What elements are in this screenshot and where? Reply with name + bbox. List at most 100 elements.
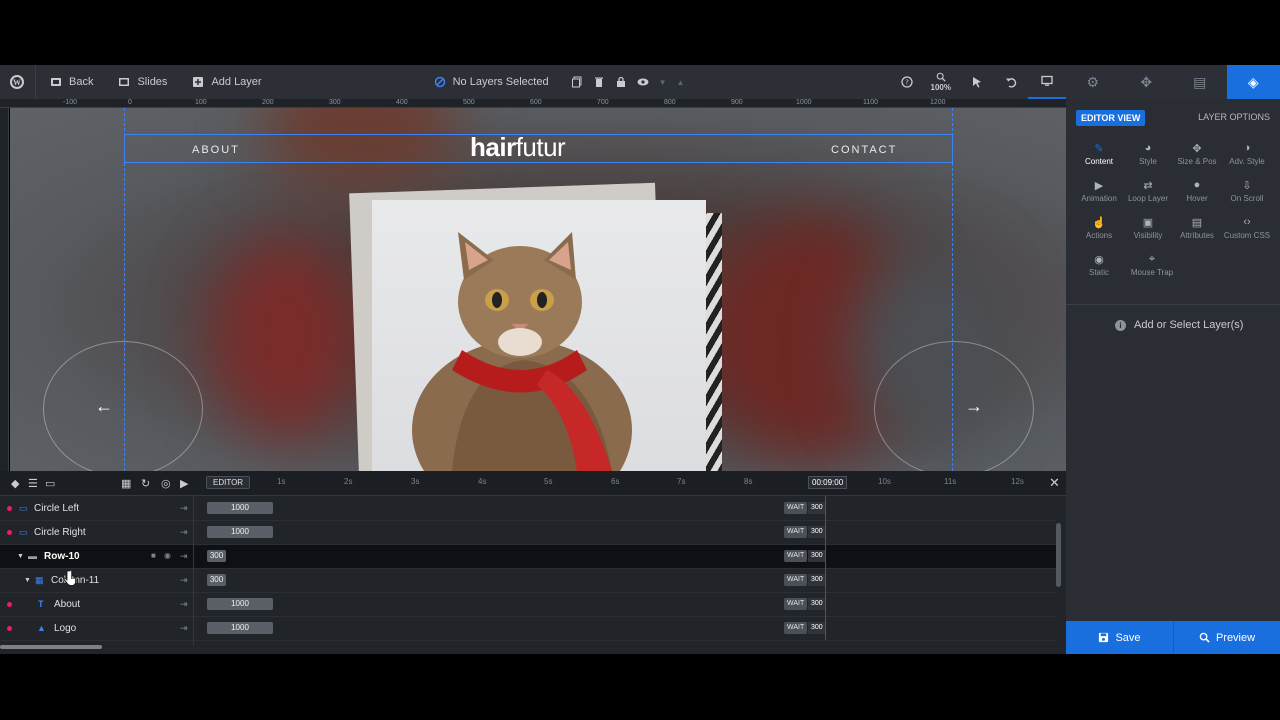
option-animation[interactable]: ▶ Animation xyxy=(1074,179,1124,215)
wait-value[interactable]: 300 xyxy=(808,598,826,610)
timeline-row[interactable]: ▭ Circle Right ⇥ 1000 WAIT 300 xyxy=(0,521,1056,545)
duration-bar[interactable]: 300 xyxy=(207,550,226,562)
timeline-row[interactable]: ▼ ▦ Column-11 ⇥ 300 WAIT 300 xyxy=(0,569,1056,593)
editor-view-badge[interactable]: EDITOR VIEW xyxy=(1076,110,1146,126)
target-icon[interactable]: ◎ xyxy=(161,477,171,490)
editor-tab[interactable]: EDITOR xyxy=(206,476,251,489)
horizontal-scrollbar[interactable] xyxy=(0,645,102,649)
grid-view-icon[interactable]: ▦ xyxy=(121,477,131,490)
align-right-icon[interactable]: ⇥ xyxy=(180,575,188,586)
timeline-row[interactable]: ▼ ▬ Row-10 ■ ◉ ⇥ 300 WAIT 300 xyxy=(0,545,1056,569)
desktop-view-button[interactable] xyxy=(1028,65,1066,99)
back-button[interactable]: Back xyxy=(36,65,104,99)
tab-slides[interactable]: ▤ xyxy=(1173,65,1227,99)
option-on-scroll[interactable]: ⇩ On Scroll xyxy=(1222,179,1272,215)
nav-about-link[interactable]: ABOUT xyxy=(192,144,240,156)
circle-right[interactable] xyxy=(874,341,1034,471)
tab-layers[interactable]: ◈ xyxy=(1226,65,1280,99)
current-time[interactable]: 00:09:00 xyxy=(808,476,848,489)
option-style[interactable]: ◕ Style xyxy=(1123,142,1173,178)
zoom-button[interactable]: 100% xyxy=(922,65,960,99)
option-visibility[interactable]: ▣ Visibility xyxy=(1123,216,1173,252)
row-marker xyxy=(7,602,12,607)
wait-label: WAIT xyxy=(784,526,808,538)
option-hover[interactable]: ● Hover xyxy=(1172,179,1222,215)
add-select-hint: Add or Select Layer(s) xyxy=(1134,319,1244,331)
row-label: Circle Left xyxy=(34,503,80,514)
duplicate-button[interactable] xyxy=(566,65,588,99)
svg-text:?: ? xyxy=(905,79,909,87)
duration-bar[interactable]: 1000 xyxy=(207,622,273,634)
slides-button[interactable]: Slides xyxy=(104,65,178,99)
ruler-label: 200 xyxy=(262,99,274,106)
circle-left[interactable] xyxy=(43,341,203,471)
option-adv-style[interactable]: ◑ Adv. Style xyxy=(1222,142,1272,178)
option-size-pos[interactable]: ✥ Size & Pos xyxy=(1172,142,1222,178)
loop-icon[interactable]: ↻ xyxy=(141,477,150,490)
site-logo[interactable]: hairfutur xyxy=(470,132,566,163)
chevron-down-icon[interactable]: ▼ xyxy=(24,577,31,584)
timeline-row[interactable]: ▲ Logo ⇥ 1000 WAIT 300 xyxy=(0,617,1056,641)
gear-icon: ⚙ xyxy=(1086,73,1100,90)
align-right-icon[interactable]: ⇥ xyxy=(180,527,188,538)
layers-icon[interactable]: ◆ xyxy=(11,477,19,490)
option-custom-css[interactable]: ‹› Custom CSS xyxy=(1222,216,1272,252)
duration-bar[interactable]: 300 xyxy=(207,574,226,586)
option-attributes[interactable]: ▤ Attributes xyxy=(1172,216,1222,252)
undo-button[interactable] xyxy=(994,65,1028,99)
pointer-button[interactable] xyxy=(960,65,994,99)
move-down-button[interactable]: ▼ xyxy=(654,65,672,99)
folder-icon[interactable]: ▭ xyxy=(45,477,55,490)
align-right-icon[interactable]: ⇥ xyxy=(180,503,188,514)
option-label: Hover xyxy=(1186,194,1208,203)
arrow-right-icon[interactable]: → xyxy=(965,396,983,417)
preview-button[interactable]: Preview xyxy=(1173,621,1280,654)
wait-value[interactable]: 300 xyxy=(808,526,826,538)
wait-value[interactable]: 300 xyxy=(808,502,826,514)
align-right-icon[interactable]: ⇥ xyxy=(180,551,188,562)
align-right-icon[interactable]: ⇥ xyxy=(180,623,188,634)
option-static[interactable]: ◉ Static xyxy=(1074,253,1124,289)
visibility-button[interactable] xyxy=(632,65,654,99)
option-actions[interactable]: ☝ Actions xyxy=(1074,216,1124,252)
wait-value[interactable]: 300 xyxy=(808,574,826,586)
option-content[interactable]: ✎ Content xyxy=(1074,142,1124,178)
lock-icon[interactable]: ■ xyxy=(151,551,156,560)
mouse-cursor-icon xyxy=(64,570,76,586)
play-icon[interactable]: ▶ xyxy=(180,477,188,490)
close-icon[interactable]: ✕ xyxy=(1049,475,1060,491)
tab-settings[interactable]: ⚙ xyxy=(1066,65,1120,99)
duration-bar[interactable]: 1000 xyxy=(207,526,273,538)
eye-icon[interactable]: ◉ xyxy=(164,551,171,560)
slide-canvas[interactable]: ← → ABOUT CONTACT hairfutur xyxy=(10,108,1066,471)
list-icon[interactable]: ☰ xyxy=(28,477,38,490)
file-icon: ▤ xyxy=(1191,217,1203,229)
wait-value[interactable]: 300 xyxy=(808,550,826,562)
timeline-row[interactable]: T About ⇥ 1000 WAIT 300 xyxy=(0,593,1056,617)
delete-button[interactable] xyxy=(588,65,610,99)
help-button[interactable]: ? xyxy=(892,65,922,99)
add-layer-button[interactable]: Add Layer xyxy=(178,65,272,99)
timeline-row[interactable]: ▭ Circle Left ⇥ 1000 WAIT 300 xyxy=(0,497,1056,521)
move-up-button[interactable]: ▲ xyxy=(672,65,690,99)
duration-bar[interactable]: 1000 xyxy=(207,502,273,514)
save-button[interactable]: Save xyxy=(1066,621,1173,654)
arrow-left-icon[interactable]: ← xyxy=(95,396,113,417)
cat-photo[interactable] xyxy=(372,200,706,471)
cat-illustration xyxy=(412,232,632,471)
chevron-down-icon[interactable]: ▼ xyxy=(17,553,24,560)
option-label: Size & Pos xyxy=(1177,157,1217,166)
duration-bar[interactable]: 1000 xyxy=(207,598,273,610)
option-loop-layer[interactable]: ⇄ Loop Layer xyxy=(1123,179,1173,215)
playhead[interactable] xyxy=(825,496,826,640)
layer-selection-status: No Layers Selected xyxy=(423,65,560,99)
wordpress-button[interactable]: W xyxy=(0,65,35,99)
tab-navigation[interactable]: ✥ xyxy=(1120,65,1174,99)
lock-button[interactable] xyxy=(610,65,632,99)
align-right-icon[interactable]: ⇥ xyxy=(180,599,188,610)
scroll-icon: ⇩ xyxy=(1242,180,1252,192)
nav-contact-link[interactable]: CONTACT xyxy=(831,144,897,156)
vertical-scrollbar[interactable] xyxy=(1056,523,1061,587)
option-mouse-trap[interactable]: ⌖ Mouse Trap xyxy=(1123,253,1181,289)
wait-value[interactable]: 300 xyxy=(808,622,826,634)
